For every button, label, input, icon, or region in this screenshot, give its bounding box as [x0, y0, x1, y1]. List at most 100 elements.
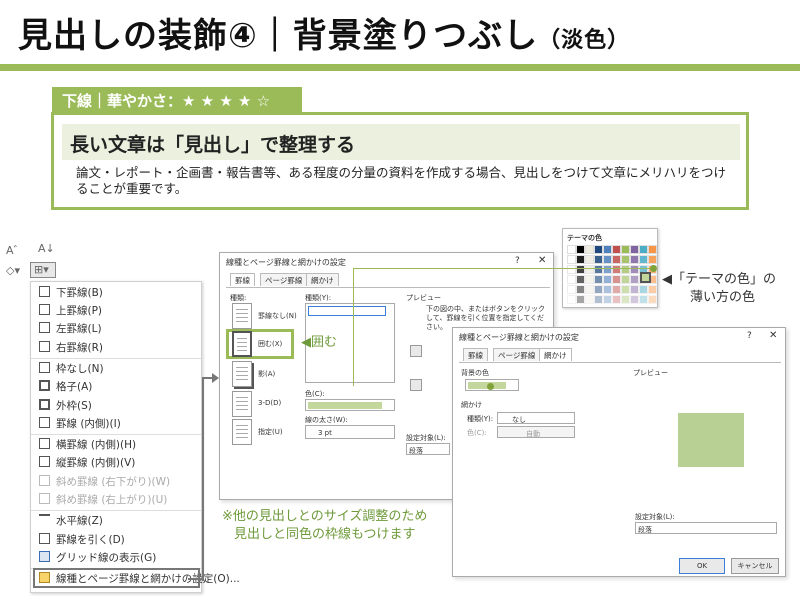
color-swatch[interactable] — [603, 285, 612, 294]
color-swatch[interactable] — [621, 255, 630, 264]
color-swatch[interactable] — [612, 245, 621, 254]
color-swatch[interactable] — [576, 295, 585, 304]
color-swatch[interactable] — [621, 245, 630, 254]
setting-custom-icon[interactable] — [232, 419, 252, 445]
color-swatch[interactable] — [639, 295, 648, 304]
color-swatch[interactable] — [603, 255, 612, 264]
sort-icon[interactable]: A↓ — [38, 242, 55, 255]
color-swatch[interactable] — [612, 265, 621, 274]
color-swatch[interactable] — [630, 275, 639, 284]
color-swatch[interactable] — [567, 285, 576, 294]
color-swatch[interactable] — [630, 265, 639, 274]
menu-item-top-border[interactable]: 上罫線(P) — [39, 303, 102, 319]
color-swatch[interactable] — [612, 255, 621, 264]
color-swatch[interactable] — [585, 255, 594, 264]
line-width-select[interactable]: 3 pt — [305, 425, 395, 439]
help-icon[interactable]: ? — [747, 331, 752, 341]
color-swatch[interactable] — [603, 295, 612, 304]
menu-item-left-border[interactable]: 左罫線(L) — [39, 321, 102, 337]
color-swatch[interactable] — [567, 265, 576, 274]
color-swatch[interactable] — [630, 285, 639, 294]
color-swatch[interactable] — [639, 255, 648, 264]
color-swatch[interactable] — [603, 275, 612, 284]
color-swatch[interactable] — [594, 245, 603, 254]
color-swatch[interactable] — [603, 245, 612, 254]
color-swatch[interactable] — [585, 275, 594, 284]
menu-item-right-border[interactable]: 右罫線(R) — [39, 340, 103, 356]
color-swatch[interactable] — [648, 255, 657, 264]
setting-shadow-icon[interactable] — [232, 361, 252, 387]
menu-item-horizontal-line[interactable]: 水平線(Z) — [39, 513, 103, 529]
shading-icon[interactable]: ◇▾ — [6, 264, 20, 277]
menu-item-inside-horizontal[interactable]: 横罫線 (内側)(H) — [39, 437, 136, 453]
color-swatch[interactable] — [648, 295, 657, 304]
color-swatch[interactable] — [594, 255, 603, 264]
color-swatch[interactable] — [567, 295, 576, 304]
color-swatch[interactable] — [630, 255, 639, 264]
color-swatch[interactable] — [612, 275, 621, 284]
color-swatch[interactable] — [612, 295, 621, 304]
menu-item-view-gridlines[interactable]: グリッド線の表示(G) — [39, 550, 156, 566]
color-swatch[interactable] — [594, 265, 603, 274]
menu-item-bottom-border[interactable]: 下罫線(B) — [39, 285, 103, 301]
color-swatch[interactable] — [594, 295, 603, 304]
color-swatch[interactable] — [585, 295, 594, 304]
tab-borders[interactable]: 罫線 — [463, 348, 488, 361]
pattern-color-select[interactable]: 自動 — [497, 426, 575, 438]
menu-item-inside-vertical[interactable]: 縦罫線 (内側)(V) — [39, 455, 135, 471]
tab-shading[interactable]: 網かけ — [539, 348, 572, 361]
apply-to-select[interactable]: 段落 — [406, 443, 450, 455]
menu-item-inside-borders[interactable]: 罫線 (内側)(I) — [39, 416, 121, 432]
cancel-button[interactable]: キャンセル — [731, 558, 779, 574]
color-swatch[interactable] — [603, 265, 612, 274]
selected-swatch[interactable] — [640, 272, 651, 283]
color-swatch[interactable] — [576, 245, 585, 254]
color-swatch[interactable] — [567, 255, 576, 264]
color-swatch[interactable] — [576, 265, 585, 274]
top-border-button[interactable] — [410, 345, 422, 357]
ok-button[interactable]: OK — [679, 558, 725, 574]
menu-item-outside-borders[interactable]: 外枠(S) — [39, 398, 92, 414]
color-swatch[interactable] — [639, 245, 648, 254]
setting-3d-icon[interactable] — [232, 391, 252, 417]
menu-item-diagonal-up[interactable]: 斜め罫線 (右上がり)(U) — [39, 492, 167, 508]
color-swatch[interactable] — [612, 285, 621, 294]
color-swatch[interactable] — [621, 295, 630, 304]
color-swatch[interactable] — [567, 275, 576, 284]
apply-to-select[interactable]: 段落 — [635, 522, 777, 534]
bottom-border-button[interactable] — [410, 379, 422, 391]
color-swatch[interactable] — [585, 265, 594, 274]
borders-dropdown-button[interactable]: ⊞▾ — [30, 262, 56, 278]
color-swatch[interactable] — [630, 295, 639, 304]
close-icon[interactable]: ✕ — [538, 255, 546, 266]
help-icon[interactable]: ? — [515, 256, 520, 266]
tab-shading[interactable]: 網かけ — [306, 273, 339, 286]
color-swatch[interactable] — [630, 245, 639, 254]
color-swatch[interactable] — [567, 245, 576, 254]
color-swatch[interactable] — [585, 285, 594, 294]
color-swatch[interactable] — [621, 265, 630, 274]
color-swatch[interactable] — [576, 255, 585, 264]
color-swatch[interactable] — [621, 285, 630, 294]
color-swatch[interactable] — [648, 285, 657, 294]
color-swatch[interactable] — [576, 275, 585, 284]
color-swatch[interactable] — [576, 285, 585, 294]
setting-none-icon[interactable] — [232, 303, 252, 329]
menu-item-all-borders[interactable]: 格子(A) — [39, 379, 92, 395]
close-icon[interactable]: ✕ — [769, 330, 777, 341]
color-swatch[interactable] — [621, 275, 630, 284]
tab-borders[interactable]: 罫線 — [230, 273, 255, 286]
color-swatch[interactable] — [594, 275, 603, 284]
pattern-style-select[interactable]: なし — [497, 412, 575, 424]
menu-item-diagonal-down[interactable]: 斜め罫線 (右下がり)(W) — [39, 474, 170, 490]
menu-item-draw-table[interactable]: 罫線を引く(D) — [39, 532, 125, 548]
font-size-icon[interactable]: A゛ — [6, 242, 25, 258]
border-color-select[interactable] — [305, 399, 395, 411]
color-swatch[interactable] — [648, 245, 657, 254]
color-swatch[interactable] — [639, 285, 648, 294]
menu-item-no-border[interactable]: 枠なし(N) — [39, 361, 104, 377]
color-swatch[interactable] — [585, 245, 594, 254]
tab-page-border[interactable]: ページ罫線 — [260, 273, 308, 286]
line-style-selected[interactable] — [308, 306, 386, 316]
tab-page-border[interactable]: ページ罫線 — [493, 348, 541, 361]
